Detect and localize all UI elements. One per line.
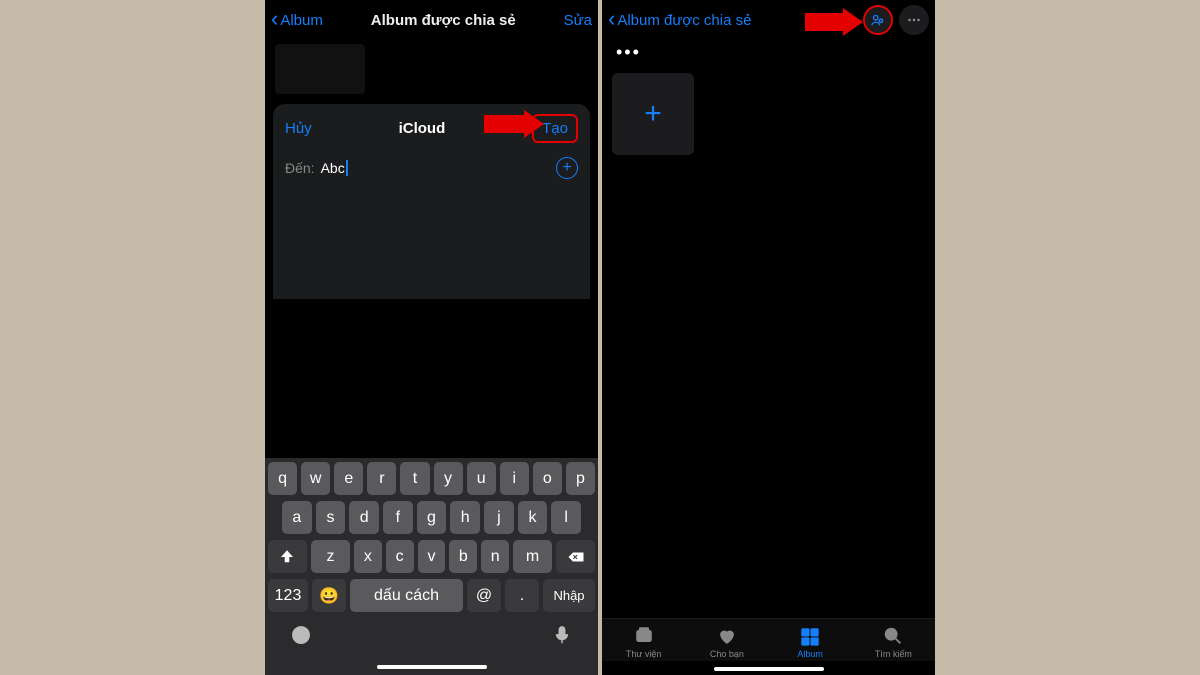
key-n[interactable]: n — [481, 540, 509, 573]
key-m[interactable]: m — [513, 540, 552, 573]
add-recipient-button[interactable]: + — [556, 157, 578, 179]
chevron-left-icon: ‹ — [608, 6, 615, 32]
tab-library[interactable]: Thư viện — [602, 625, 685, 659]
numbers-key[interactable]: 123 — [268, 579, 308, 612]
key-e[interactable]: e — [334, 462, 363, 495]
back-button[interactable]: ‹ Album được chia sẻ — [608, 9, 751, 32]
sheet-header: Hủy iCloud Tạo — [273, 104, 590, 151]
key-w[interactable]: w — [301, 462, 330, 495]
photo-grid: + — [602, 65, 935, 163]
at-key[interactable]: @ — [467, 579, 501, 612]
recipient-field[interactable]: Đến: Abc + — [273, 151, 590, 189]
keyboard-bottom-row — [268, 618, 595, 653]
key-r[interactable]: r — [367, 462, 396, 495]
icloud-share-sheet: Hủy iCloud Tạo Đến: Abc + — [273, 104, 590, 299]
chevron-left-icon: ‹ — [271, 6, 278, 32]
key-s[interactable]: s — [316, 501, 346, 534]
tab-foryou[interactable]: Cho bạn — [685, 625, 768, 659]
key-i[interactable]: i — [500, 462, 529, 495]
annotation-arrow-share — [805, 8, 863, 36]
key-u[interactable]: u — [467, 462, 496, 495]
nav-bar-left: ‹ Album Album được chia sẻ Sửa — [265, 0, 598, 40]
sheet-title: iCloud — [399, 120, 446, 137]
shift-key[interactable] — [268, 540, 307, 573]
shared-people-button[interactable] — [863, 5, 893, 35]
key-o[interactable]: o — [533, 462, 562, 495]
enter-key[interactable]: Nhập — [543, 579, 595, 612]
album-thumbnail[interactable] — [275, 44, 365, 94]
key-b[interactable]: b — [449, 540, 477, 573]
key-t[interactable]: t — [400, 462, 429, 495]
album-thumbnails — [265, 40, 598, 98]
key-q[interactable]: q — [268, 462, 297, 495]
key-h[interactable]: h — [450, 501, 480, 534]
key-f[interactable]: f — [383, 501, 413, 534]
back-button[interactable]: ‹ Album — [271, 9, 323, 32]
key-j[interactable]: j — [484, 501, 514, 534]
content-spacer — [265, 299, 598, 458]
back-label: Album được chia sẻ — [617, 12, 751, 29]
keyboard: qwertyuiop asdfghjkl zxcvbnm 123 😀 dấu c… — [265, 458, 598, 675]
tutorial-comparison: ‹ Album Album được chia sẻ Sửa Hủy iClou… — [265, 0, 935, 675]
key-l[interactable]: l — [551, 501, 581, 534]
annotation-arrow-create — [484, 110, 544, 138]
sheet-body — [273, 189, 590, 299]
tab-bar: Thư viện Cho bạn Album Tìm kiếm — [602, 618, 935, 661]
tab-album[interactable]: Album — [769, 625, 852, 659]
edit-button[interactable]: Sửa — [564, 12, 592, 29]
more-button[interactable] — [899, 5, 929, 35]
tab-label: Album — [797, 649, 823, 659]
nav-title: Album được chia sẻ — [323, 12, 564, 29]
home-indicator[interactable] — [377, 665, 487, 669]
key-g[interactable]: g — [417, 501, 447, 534]
key-x[interactable]: x — [354, 540, 382, 573]
dictation-key[interactable] — [551, 624, 573, 651]
album-title-placeholder: ••• — [602, 40, 935, 65]
tab-search[interactable]: Tìm kiếm — [852, 625, 935, 659]
emoji-key[interactable]: 😀 — [312, 579, 346, 612]
phone-left: ‹ Album Album được chia sẻ Sửa Hủy iClou… — [265, 0, 598, 675]
key-c[interactable]: c — [386, 540, 414, 573]
dot-key[interactable]: . — [505, 579, 539, 612]
to-label: Đến: — [285, 160, 315, 176]
cancel-button[interactable]: Hủy — [285, 120, 312, 137]
key-k[interactable]: k — [518, 501, 548, 534]
tab-label: Tìm kiếm — [875, 649, 912, 659]
key-p[interactable]: p — [566, 462, 595, 495]
home-indicator[interactable] — [714, 667, 824, 671]
key-a[interactable]: a — [282, 501, 312, 534]
content-spacer — [602, 163, 935, 618]
key-v[interactable]: v — [418, 540, 446, 573]
nav-bar-right: ‹ Album được chia sẻ — [602, 0, 935, 40]
globe-key[interactable] — [290, 624, 312, 651]
space-key[interactable]: dấu cách — [350, 579, 463, 612]
phone-right: ‹ Album được chia sẻ ••• + Thư — [602, 0, 935, 675]
plus-icon: + — [644, 97, 662, 131]
tab-label: Thư viện — [626, 649, 662, 659]
add-photo-card[interactable]: + — [612, 73, 694, 155]
text-cursor — [346, 160, 348, 176]
key-z[interactable]: z — [311, 540, 350, 573]
to-value: Abc — [321, 160, 345, 176]
back-label: Album — [280, 12, 323, 29]
backspace-key[interactable] — [556, 540, 595, 573]
key-y[interactable]: y — [434, 462, 463, 495]
key-d[interactable]: d — [349, 501, 379, 534]
tab-label: Cho bạn — [710, 649, 744, 659]
